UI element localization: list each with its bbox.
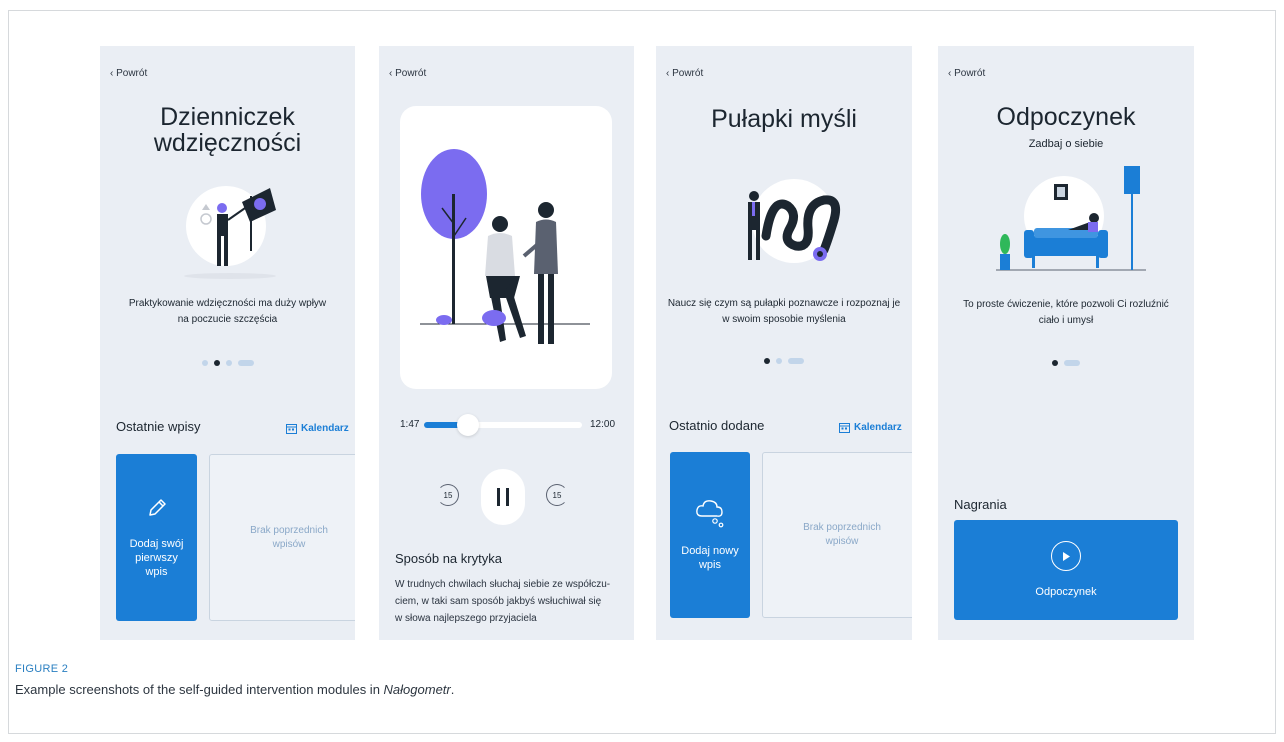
listening-illustration bbox=[420, 149, 590, 344]
play-icon bbox=[1063, 551, 1070, 561]
add-entry-label: Dodaj swój pierwszy wpis bbox=[129, 537, 184, 578]
page-dot[interactable] bbox=[237, 360, 254, 366]
page-dot-active[interactable] bbox=[1052, 360, 1058, 366]
screen-thinking-traps: ‹ Powrót Pułapki myśli Naucz się czym są… bbox=[656, 46, 912, 640]
page-dot[interactable] bbox=[788, 358, 804, 364]
progress-track[interactable] bbox=[424, 422, 582, 428]
page-dot[interactable] bbox=[776, 358, 782, 364]
recording-label: Odpoczynek bbox=[1035, 586, 1097, 598]
screen-audio-player: ‹ Powrót 1:47 12:00 15 15 Sposób na kryt… bbox=[379, 46, 634, 640]
page-dot-active[interactable] bbox=[213, 360, 220, 366]
skip-back-button[interactable]: 15 bbox=[437, 484, 459, 506]
track-desc-line-1: W trudnych chwilach słuchaj siebie ze ws… bbox=[395, 579, 611, 590]
page-indicator[interactable] bbox=[656, 358, 912, 364]
desc-line-2: ciało i umysł bbox=[1038, 315, 1094, 326]
empty-entries-label: Brak poprzednich wpisów bbox=[803, 522, 881, 547]
desc-line-2: w swoim sposobie myślenia bbox=[722, 314, 846, 325]
title-line-2: wdzięczności bbox=[153, 129, 302, 157]
add-first-entry-card[interactable]: Dodaj swój pierwszy wpis bbox=[116, 454, 197, 621]
player-artwork bbox=[400, 106, 612, 389]
screen-gratitude-journal: ‹ Powrót Dzienniczek wdzięczności Prakty… bbox=[100, 46, 355, 640]
page-dot[interactable] bbox=[1064, 360, 1080, 366]
back-link[interactable]: ‹ Powrót bbox=[110, 68, 147, 79]
progress-handle[interactable] bbox=[457, 414, 479, 436]
page-title: Pułapki myśli bbox=[711, 105, 857, 133]
track-desc-line-2: ciem, w taki sam sposób jakbyś wsłuchiwa… bbox=[395, 596, 602, 607]
back-link[interactable]: ‹ Powrót bbox=[666, 68, 703, 79]
screen-relaxation: ‹ Powrót Odpoczynek Zadbaj o siebie To p… bbox=[938, 46, 1194, 640]
title-line-1: Dzienniczek bbox=[160, 103, 295, 131]
empty-entries-card: Brak poprzednich wpisów bbox=[762, 452, 912, 618]
back-link[interactable]: ‹ Powrót bbox=[948, 68, 985, 79]
back-link[interactable]: ‹ Powrót bbox=[389, 68, 426, 79]
desc-line-1: Naucz się czym są pułapki poznawcze i ro… bbox=[667, 298, 901, 309]
calendar-icon bbox=[286, 424, 297, 434]
module-description: To proste ćwiczenie, które pozwoli Ci ro… bbox=[948, 297, 1184, 329]
page-indicator[interactable] bbox=[100, 360, 355, 366]
page-dot-active[interactable] bbox=[764, 358, 770, 364]
add-new-entry-card[interactable]: Dodaj nowy wpis bbox=[670, 452, 750, 618]
track-title: Sposób na krytyka bbox=[395, 551, 502, 566]
recently-added-heading: Ostatnio dodane bbox=[669, 418, 765, 433]
gratitude-illustration bbox=[184, 186, 276, 279]
skip-forward-button[interactable]: 15 bbox=[546, 484, 568, 506]
empty-entries-label: Brak poprzednich wpisów bbox=[250, 524, 328, 550]
calendar-link[interactable]: Kalendarz bbox=[286, 423, 349, 434]
add-entry-label: Dodaj nowy wpis bbox=[681, 545, 739, 571]
empty-entries-card: Brak poprzednich wpisów bbox=[209, 454, 355, 621]
caption-app-name: Nałogometr bbox=[383, 682, 451, 697]
skip-forward-label: 15 bbox=[552, 490, 562, 500]
caption-text: Example screenshots of the self-guided i… bbox=[15, 682, 384, 697]
calendar-link[interactable]: Kalendarz bbox=[839, 422, 902, 433]
play-button[interactable] bbox=[1051, 541, 1081, 571]
page-dot[interactable] bbox=[225, 360, 232, 366]
thinking-traps-illustration bbox=[748, 179, 841, 263]
skip-back-label: 15 bbox=[443, 490, 453, 500]
recent-entries-heading: Ostatnie wpisy bbox=[116, 419, 201, 434]
time-current: 1:47 bbox=[400, 419, 420, 430]
thought-cloud-icon bbox=[696, 500, 724, 528]
page-title: Odpoczynek bbox=[996, 103, 1136, 131]
calendar-icon bbox=[839, 423, 850, 433]
module-description: Praktykowanie wdzięczności ma duży wpływ… bbox=[110, 296, 345, 328]
figure-caption: Example screenshots of the self-guided i… bbox=[15, 682, 454, 697]
calendar-label: Kalendarz bbox=[301, 423, 349, 434]
recordings-heading: Nagrania bbox=[954, 497, 1007, 512]
caption-period: . bbox=[450, 682, 455, 697]
track-desc-line-3: w słowa najlepszego przyjaciela bbox=[395, 613, 537, 624]
pencil-icon bbox=[148, 498, 166, 516]
recording-card[interactable]: Odpoczynek bbox=[954, 520, 1178, 620]
page-title: Dzienniczek wdzięczności bbox=[100, 104, 355, 156]
pause-icon bbox=[497, 488, 509, 506]
desc-line-1: Praktykowanie wdzięczności ma duży wpływ bbox=[128, 298, 327, 309]
relaxation-illustration bbox=[996, 166, 1146, 271]
pause-button[interactable] bbox=[481, 469, 525, 525]
desc-line-1: To proste ćwiczenie, które pozwoli Ci ro… bbox=[963, 299, 1169, 310]
module-description: Naucz się czym są pułapki poznawcze i ro… bbox=[666, 296, 902, 328]
desc-line-2: na poczucie szczęścia bbox=[177, 314, 278, 325]
calendar-label: Kalendarz bbox=[854, 422, 902, 433]
page-subtitle: Zadbaj o siebie bbox=[1028, 138, 1104, 150]
page-dot[interactable] bbox=[201, 360, 208, 366]
page-indicator[interactable] bbox=[938, 360, 1194, 366]
track-description: W trudnych chwilach słuchaj siebie ze ws… bbox=[395, 576, 610, 627]
time-total: 12:00 bbox=[590, 419, 616, 430]
figure-label: FIGURE 2 bbox=[15, 663, 69, 675]
